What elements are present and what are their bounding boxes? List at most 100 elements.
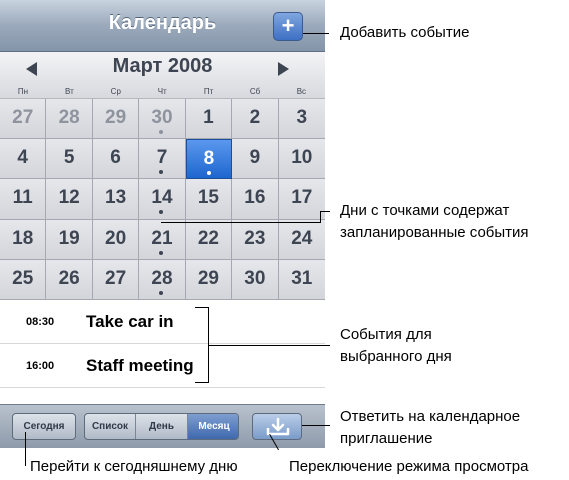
day-cell[interactable]: 19 [46, 219, 93, 260]
day-cell[interactable]: 1 [185, 99, 233, 140]
day-cell[interactable]: 12 [46, 179, 93, 220]
day-cell[interactable]: 20 [92, 219, 140, 260]
day-cell[interactable]: 17 [278, 179, 325, 220]
event-dot-icon [159, 250, 164, 255]
day-cell[interactable]: 6 [92, 139, 140, 180]
day-cell[interactable]: 22 [185, 219, 233, 260]
month-header: Март 2008 Пн Вт Ср Чт Пт Сб Вс [0, 52, 325, 99]
tab-day[interactable]: День [136, 414, 188, 439]
weekday-label: Вс [296, 87, 307, 96]
tab-month[interactable]: Месяц [188, 414, 238, 439]
add-event-button[interactable]: + [273, 12, 303, 41]
callout-line [302, 425, 330, 426]
weekday-label: Пт [203, 87, 214, 96]
day-number: 27 [12, 107, 34, 128]
day-cell[interactable]: 16 [232, 179, 279, 220]
callout-line [208, 345, 330, 346]
day-cell[interactable]: 28 [46, 99, 93, 140]
day-number: 6 [110, 147, 121, 169]
annotation-goto-today: Перейти к сегодняшнему дню [30, 458, 238, 475]
day-cell[interactable]: 26 [46, 259, 93, 300]
day-number: 8 [203, 148, 215, 170]
event-dot-icon [159, 130, 164, 134]
day-cell[interactable]: 18 [0, 219, 47, 260]
day-number: 10 [291, 147, 313, 169]
tab-list[interactable]: Список [85, 414, 136, 439]
events-list: 08:30 Take car in 16:00 Staff meeting [0, 300, 325, 404]
day-cell[interactable]: 29 [92, 99, 140, 140]
event-dot-icon [159, 210, 164, 215]
day-cell[interactable]: 10 [278, 139, 325, 180]
day-cell[interactable]: 9 [232, 139, 279, 180]
day-cell[interactable]: 13 [92, 179, 140, 220]
day-number: 4 [17, 147, 28, 169]
day-cell[interactable]: 11 [0, 179, 47, 220]
day-number: 30 [244, 267, 266, 289]
event-row[interactable]: 08:30 Take car in [0, 300, 325, 344]
event-title: Take car in [86, 312, 174, 331]
day-number: 15 [197, 187, 219, 209]
next-month-icon[interactable] [278, 62, 289, 76]
day-cell[interactable]: 31 [278, 259, 325, 300]
day-cell[interactable]: 15 [185, 179, 233, 220]
day-cell[interactable]: 24 [278, 219, 325, 260]
event-time: 08:30 [26, 316, 55, 328]
annotation-line: Ответить на календарное [340, 408, 521, 425]
day-number: 1 [203, 107, 214, 128]
event-dot-icon [206, 171, 211, 176]
day-number: 26 [58, 267, 80, 289]
day-cell[interactable]: 29 [185, 259, 233, 300]
day-cell[interactable]: 30 [139, 99, 186, 140]
weekday-label: Пн [17, 87, 29, 96]
day-cell[interactable]: 27 [0, 99, 47, 140]
day-number: 27 [105, 267, 127, 289]
event-dot-icon [159, 170, 164, 175]
day-number: 28 [58, 107, 80, 128]
title-bar: Календарь + [0, 0, 325, 52]
callout-line [320, 211, 330, 212]
annotation-line: События для [340, 326, 432, 343]
today-button[interactable]: Сегодня [12, 413, 76, 440]
weekday-label: Чт [157, 87, 167, 96]
day-number: 21 [151, 227, 173, 249]
events-bracket [195, 307, 209, 308]
weekday-label: Ср [110, 87, 121, 96]
annotation-add-event: Добавить событие [340, 24, 470, 41]
day-number: 2 [249, 107, 261, 128]
day-number: 28 [151, 267, 173, 289]
day-cell[interactable]: 28 [139, 259, 186, 300]
annotation-events: События для выбранного дня [340, 324, 452, 368]
month-title: Март 2008 [112, 55, 213, 77]
weekday-label: Вт [65, 87, 74, 96]
annotation-switch-view: Переключение режима просмотра [289, 458, 529, 475]
day-number: 7 [156, 147, 168, 169]
day-cell[interactable]: 7 [139, 139, 186, 180]
invitations-button[interactable] [252, 413, 302, 440]
day-cell[interactable]: 25 [0, 259, 47, 300]
day-number: 25 [12, 267, 34, 289]
day-number: 16 [244, 187, 266, 209]
event-row[interactable]: 16:00 Staff meeting [0, 344, 325, 388]
day-number: 18 [12, 227, 34, 249]
day-cell[interactable]: 30 [232, 259, 279, 300]
day-cell[interactable]: 3 [278, 99, 325, 140]
events-bracket [195, 382, 209, 383]
day-cell[interactable]: 14 [139, 179, 186, 220]
day-cell[interactable]: 4 [0, 139, 47, 180]
day-cell[interactable]: 5 [46, 139, 93, 180]
day-cell[interactable]: 21 [139, 219, 186, 260]
callout-line [161, 222, 321, 223]
day-number: 13 [105, 187, 127, 209]
day-number: 14 [151, 187, 173, 209]
annotation-line: Дни с точками содержат [340, 202, 510, 219]
day-number: 24 [291, 227, 313, 249]
day-number: 9 [249, 147, 261, 169]
day-cell-selected[interactable]: 8 [185, 139, 233, 180]
day-cell[interactable]: 27 [92, 259, 140, 300]
view-mode-switcher: Список День Месяц [84, 413, 239, 440]
day-cell[interactable]: 2 [232, 99, 279, 140]
day-cell[interactable]: 23 [232, 219, 279, 260]
day-number: 20 [105, 227, 127, 249]
day-number: 29 [197, 267, 219, 289]
annotation-dots: Дни с точками содержат запланированные с… [340, 200, 529, 244]
